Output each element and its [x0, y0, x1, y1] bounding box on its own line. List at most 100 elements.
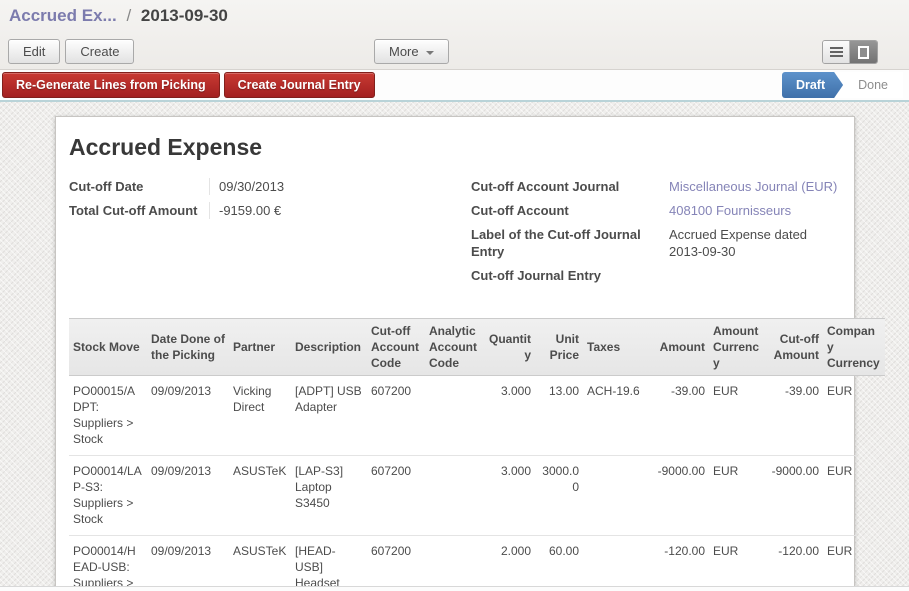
status-draft[interactable]: Draft: [782, 72, 843, 98]
field-group-left: Cut-off Date09/30/2013Total Cut-off Amou…: [69, 178, 449, 291]
table-cell: EUR: [709, 536, 767, 591]
table-cell: 09/09/2013: [147, 456, 229, 535]
table-row[interactable]: PO00014/HEAD-USB: Suppliers > Stock09/09…: [69, 536, 856, 591]
column-header[interactable]: Description: [291, 335, 367, 359]
table-cell: [583, 456, 647, 535]
table-row[interactable]: PO00014/LAP-S3: Suppliers > Stock09/09/2…: [69, 456, 856, 536]
form-content-area: Accrued Expense Cut-off Date09/30/2013To…: [0, 102, 909, 591]
table-cell: 3.000: [481, 456, 535, 535]
table-cell: EUR: [823, 456, 856, 535]
column-header[interactable]: Taxes: [583, 335, 647, 359]
form-header-bar: Re-Generate Lines from PickingCreate Jou…: [0, 70, 909, 102]
table-cell: EUR: [823, 536, 856, 591]
field-label: Cut-off Account: [471, 202, 669, 219]
table-cell: -120.00: [767, 536, 823, 591]
statusbar: DraftDone: [782, 72, 903, 98]
field-row-left-1: Total Cut-off Amount-9159.00 €: [69, 202, 449, 219]
breadcrumb-current: 2013-09-30: [141, 6, 228, 25]
table-cell: [425, 456, 481, 535]
column-header[interactable]: Company Currency: [823, 319, 885, 375]
field-value: [669, 267, 841, 284]
form-sheet: Accrued Expense Cut-off Date09/30/2013To…: [55, 116, 855, 591]
breadcrumb: Accrued Ex... / 2013-09-30: [9, 6, 228, 26]
table-cell: Vicking Direct: [229, 376, 291, 455]
field-label: Total Cut-off Amount: [69, 202, 209, 219]
create-journal-entry-button[interactable]: Create Journal Entry: [224, 72, 375, 98]
field-value-link[interactable]: Miscellaneous Journal (EUR): [669, 178, 841, 195]
field-row-right-3: Cut-off Journal Entry: [471, 267, 846, 284]
column-header[interactable]: Stock Move: [69, 335, 147, 359]
more-dropdown-button[interactable]: More: [374, 39, 449, 64]
table-row[interactable]: PO00015/ADPT: Suppliers > Stock09/09/201…: [69, 376, 856, 456]
create-button[interactable]: Create: [65, 39, 134, 64]
table-cell: 3000.00: [535, 456, 583, 535]
table-cell: ACH-19.6: [583, 376, 647, 455]
field-value: -9159.00 €: [209, 202, 439, 219]
field-label: Cut-off Account Journal: [471, 178, 669, 195]
table-cell: 607200: [367, 536, 425, 591]
table-cell: -9000.00: [647, 456, 709, 535]
table-cell: 60.00: [535, 536, 583, 591]
field-value-link[interactable]: 408100 Fournisseurs: [669, 202, 841, 219]
status-done[interactable]: Done: [843, 72, 903, 98]
list-icon: [830, 47, 843, 57]
table-cell: 13.00: [535, 376, 583, 455]
bottom-strip: [0, 586, 909, 591]
column-header[interactable]: Unit Price: [535, 327, 583, 367]
field-label: Label of the Cut-off Journal Entry: [471, 226, 669, 260]
table-cell: 607200: [367, 376, 425, 455]
column-header[interactable]: Date Done of the Picking: [147, 327, 229, 367]
column-header[interactable]: Analytic Account Code: [425, 319, 481, 375]
breadcrumb-parent-link[interactable]: Accrued Ex...: [9, 6, 117, 25]
table-cell: [583, 536, 647, 591]
page-title: Accrued Expense: [69, 134, 854, 161]
chevron-down-icon: [426, 51, 434, 55]
table-cell: [425, 376, 481, 455]
action-buttons: Re-Generate Lines from PickingCreate Jou…: [2, 72, 379, 98]
field-value: Accrued Expense dated 2013-09-30: [669, 226, 841, 260]
field-value: 09/30/2013: [209, 178, 439, 195]
table-cell: ASUSTeK: [229, 456, 291, 535]
table-cell: PO00014/HEAD-USB: Suppliers > Stock: [69, 536, 147, 591]
column-header[interactable]: Amount: [647, 335, 709, 359]
table-cell: [425, 536, 481, 591]
form-icon: [858, 46, 869, 59]
cutoff-lines-table: Stock MoveDate Done of the PickingPartne…: [69, 318, 854, 591]
table-cell: [HEAD-USB] Headset USB: [291, 536, 367, 591]
edit-button[interactable]: Edit: [8, 39, 60, 64]
table-header-row: Stock MoveDate Done of the PickingPartne…: [69, 318, 885, 376]
table-cell: -120.00: [647, 536, 709, 591]
field-row-right-1: Cut-off Account408100 Fournisseurs: [471, 202, 846, 219]
list-view-button[interactable]: [823, 41, 850, 63]
table-cell: EUR: [823, 376, 856, 455]
field-row-right-0: Cut-off Account JournalMiscellaneous Jou…: [471, 178, 846, 195]
table-cell: ASUSTeK: [229, 536, 291, 591]
regenerate-lines-button[interactable]: Re-Generate Lines from Picking: [2, 72, 220, 98]
table-cell: 09/09/2013: [147, 536, 229, 591]
form-view-button[interactable]: [850, 41, 877, 63]
column-header[interactable]: Amount Currency: [709, 319, 767, 375]
column-header[interactable]: Cut-off Account Code: [367, 319, 425, 375]
field-label: Cut-off Date: [69, 178, 209, 195]
field-row-right-2: Label of the Cut-off Journal EntryAccrue…: [471, 226, 846, 260]
table-cell: 607200: [367, 456, 425, 535]
table-cell: 3.000: [481, 376, 535, 455]
record-actions: Edit Create: [8, 39, 134, 64]
table-cell: -39.00: [647, 376, 709, 455]
table-cell: [LAP-S3] Laptop S3450: [291, 456, 367, 535]
table-cell: PO00014/LAP-S3: Suppliers > Stock: [69, 456, 147, 535]
field-label: Cut-off Journal Entry: [471, 267, 669, 284]
column-header[interactable]: Partner: [229, 335, 291, 359]
column-header[interactable]: Cut-off Amount: [767, 327, 823, 367]
breadcrumb-separator: /: [126, 6, 131, 25]
table-cell: EUR: [709, 456, 767, 535]
table-cell: EUR: [709, 376, 767, 455]
table-cell: 2.000: [481, 536, 535, 591]
field-row-left-0: Cut-off Date09/30/2013: [69, 178, 449, 195]
column-header[interactable]: Quantity: [481, 327, 535, 367]
top-bar: Accrued Ex... / 2013-09-30 Edit Create M…: [0, 0, 909, 70]
more-label: More: [389, 44, 419, 59]
table-body: PO00015/ADPT: Suppliers > Stock09/09/201…: [69, 376, 856, 591]
table-cell: PO00015/ADPT: Suppliers > Stock: [69, 376, 147, 455]
field-group-right: Cut-off Account JournalMiscellaneous Jou…: [471, 178, 846, 291]
